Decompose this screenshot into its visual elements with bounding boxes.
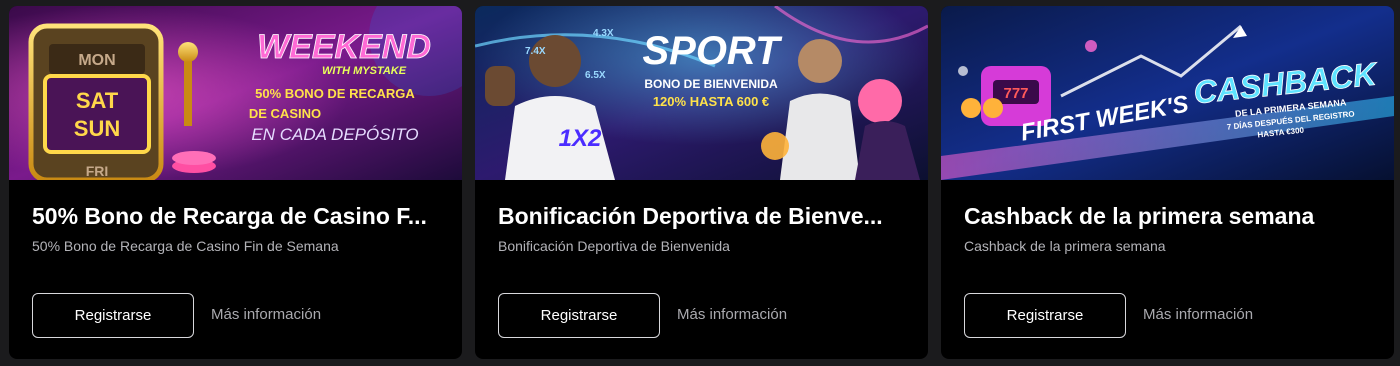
sport-banner-illustration: 1X2 7.4X 4.3X 6.5X SPORT BONO DE BIENVEN… (475, 6, 928, 180)
weekend-headline: WEEKEND (257, 28, 431, 66)
more-info-link[interactable]: Más información (1143, 306, 1253, 324)
promo-title: Cashback de la primera semana (964, 203, 1315, 229)
odd-label-2: 4.3X (593, 28, 614, 39)
promo-card-cashback: 777 FIRST WEEK'S CASHBACK DE LA PRIMERA … (941, 6, 1394, 359)
promo-card-casino-reload: MON SAT SUN FRI WEEKEND WITH MYSTAKE 50%… (9, 6, 462, 359)
shirt-text: 1X2 (559, 125, 602, 152)
sport-line-2: 120% HASTA 600 € (653, 94, 769, 109)
promotions-row: MON SAT SUN FRI WEEKEND WITH MYSTAKE 50%… (0, 0, 1400, 366)
promo-title: Bonificación Deportiva de Bienve... (498, 203, 883, 229)
promo-banner-image[interactable]: 1X2 7.4X 4.3X 6.5X SPORT BONO DE BIENVEN… (475, 6, 928, 180)
promo-subtitle: Cashback de la primera semana (964, 238, 1166, 254)
sport-line-1: BONO DE BIENVENIDA (644, 77, 778, 91)
weekend-banner-illustration: MON SAT SUN FRI WEEKEND WITH MYSTAKE 50%… (9, 6, 462, 180)
promo-subtitle: 50% Bono de Recarga de Casino Fin de Sem… (32, 238, 339, 254)
weekend-line-1: 50% BONO DE RECARGA (255, 86, 415, 101)
more-info-link[interactable]: Más información (211, 306, 321, 324)
more-info-link[interactable]: Más información (677, 306, 787, 324)
promo-title: 50% Bono de Recarga de Casino F... (32, 203, 427, 229)
register-button[interactable]: Registrarse (32, 293, 194, 338)
sport-headline: SPORT (642, 29, 783, 73)
weekend-line-3: EN CADA DEPÓSITO (251, 125, 418, 144)
promo-banner-image[interactable]: MON SAT SUN FRI WEEKEND WITH MYSTAKE 50%… (9, 6, 462, 180)
odd-label-3: 6.5X (585, 70, 606, 81)
weekend-line-2: DE CASINO (249, 106, 321, 121)
promo-card-sport-welcome: 1X2 7.4X 4.3X 6.5X SPORT BONO DE BIENVEN… (475, 6, 928, 359)
slot-text: 777 (1003, 85, 1028, 102)
weekend-tagline: WITH MYSTAKE (322, 65, 407, 77)
reel-main-text-1: SAT (76, 88, 119, 113)
reel-bottom-text: FRI (86, 163, 109, 179)
cashback-banner-illustration: 777 FIRST WEEK'S CASHBACK DE LA PRIMERA … (941, 6, 1394, 180)
reel-main-text-2: SUN (74, 116, 120, 141)
promo-banner-image[interactable]: 777 FIRST WEEK'S CASHBACK DE LA PRIMERA … (941, 6, 1394, 180)
register-button[interactable]: Registrarse (964, 293, 1126, 338)
odd-label-1: 7.4X (525, 46, 546, 57)
promo-subtitle: Bonificación Deportiva de Bienvenida (498, 238, 730, 254)
register-button[interactable]: Registrarse (498, 293, 660, 338)
reel-top-text: MON (78, 52, 115, 69)
